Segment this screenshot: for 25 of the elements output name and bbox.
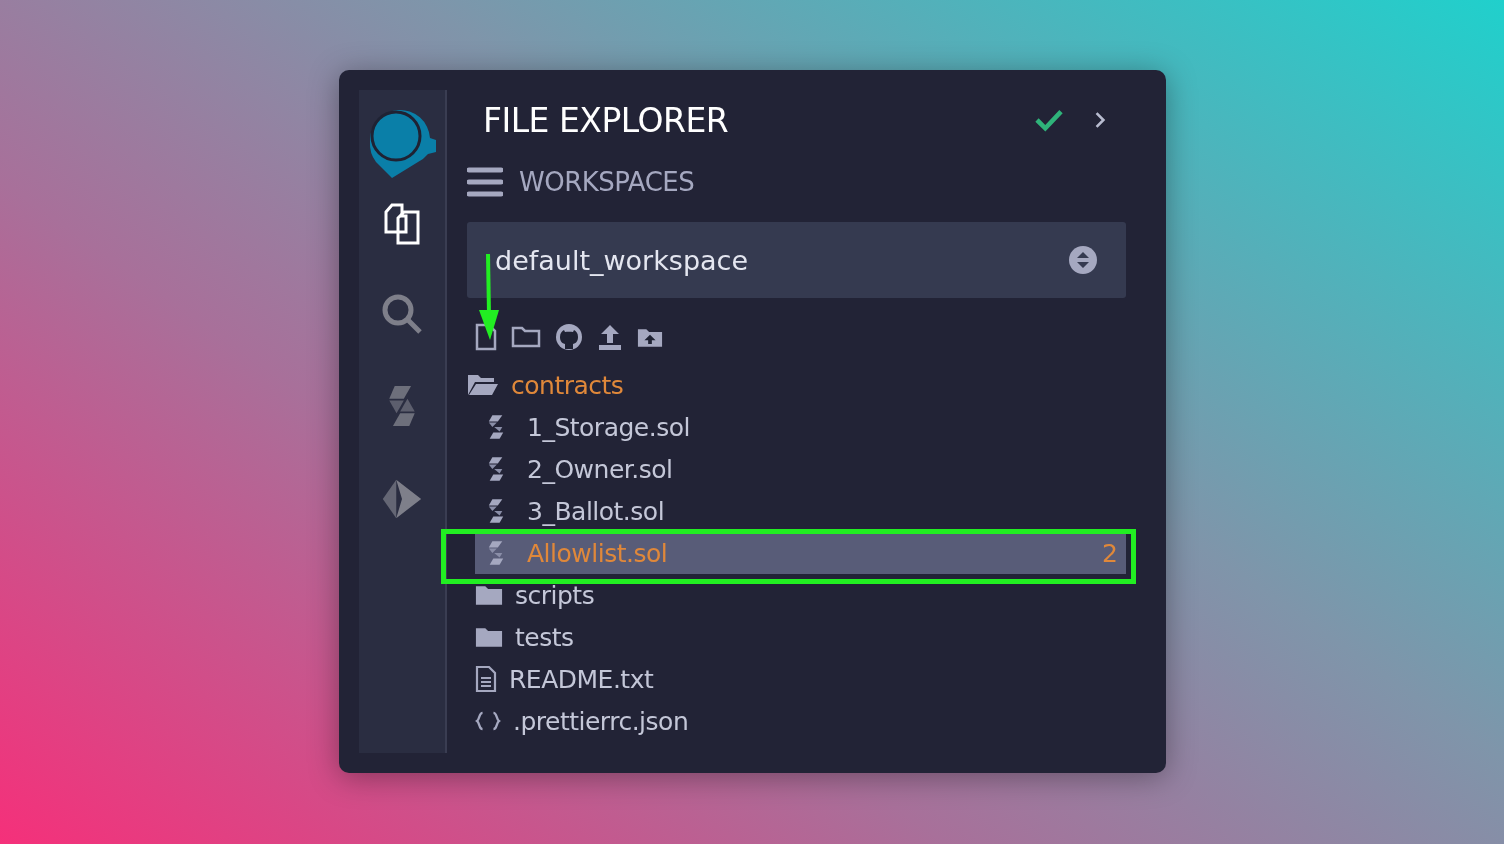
panel-title: FILE EXPLORER [483,100,730,140]
workspace-select[interactable]: default_workspace [467,222,1126,298]
braces-icon [475,711,501,731]
folder-item[interactable]: contracts [467,364,1126,406]
folder-item[interactable]: tests [467,616,1126,658]
menu-icon[interactable] [467,166,503,198]
solidity-file-icon [487,498,505,524]
folder-item[interactable]: scripts [467,574,1126,616]
file-item[interactable]: 2_Owner.sol [475,448,1126,490]
file-item[interactable]: README.txt [467,658,1126,700]
file-item[interactable]: 1_Storage.sol [475,406,1126,448]
workspaces-label: WORKSPACES [519,167,695,197]
error-count: 2 [1102,538,1119,568]
up-down-icon [1068,245,1098,275]
folder-upload-icon[interactable] [637,326,663,348]
file-item[interactable]: .prettierrc.json [467,700,1126,742]
file-item[interactable]: 3_Ballot.sol [475,490,1126,532]
document-icon [475,665,497,693]
solidity-file-icon [487,456,505,482]
solidity-file-icon [487,540,505,566]
folder-icon[interactable] [511,326,541,348]
new-file-icon[interactable] [475,323,497,351]
solidity-file-icon [487,414,505,440]
upload-icon[interactable] [597,323,623,351]
search-icon[interactable] [380,292,424,336]
